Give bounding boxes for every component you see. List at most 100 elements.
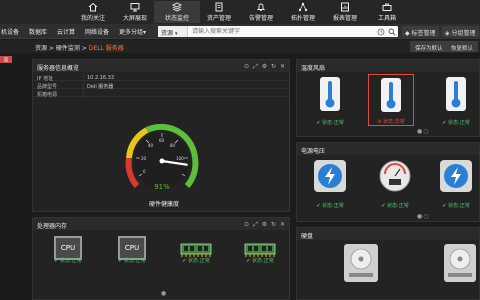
status-label: 状态:正常 <box>322 120 344 126</box>
status-text: ✔ 状态:正常 <box>54 258 82 264</box>
layers-icon <box>172 2 182 12</box>
panel-tools: ⊙ ⤢ ⚙ ↻ ✕ <box>241 221 286 229</box>
nav-label: 我的关注 <box>80 15 105 22</box>
panel-title: 处理器内存 <box>37 223 68 230</box>
expand-icon[interactable]: ⤢ <box>252 221 259 228</box>
category-network[interactable]: 网络设备 <box>85 27 109 36</box>
close-icon[interactable]: ✕ <box>279 63 286 70</box>
target-icon[interactable]: ⊙ <box>243 221 250 228</box>
monitor-icon <box>130 3 140 12</box>
category-database[interactable]: 数据库 <box>29 27 47 36</box>
group-manage-label: 分组管理 <box>451 30 476 37</box>
panel-header: 服务器信息概览 ⊙ ⤢ ⚙ ↻ ✕ <box>33 60 289 72</box>
tag-manage-button[interactable]: ◆ 标签管理 <box>402 26 439 37</box>
nav-status-monitor[interactable]: 状态监控 <box>154 1 200 23</box>
breadcrumb: 资源 > 硬件监测 > DELL 服务器 <box>35 43 124 52</box>
top-navigation: 我的关注 大屏展现 状态监控 资产管理 告警管理 拓扑管理 报表管理 工具箱 <box>0 0 480 24</box>
breadcrumb-separator: > <box>47 45 56 52</box>
power-supply-icon <box>314 160 346 192</box>
thermometer-icon <box>381 78 401 112</box>
toolbox-icon <box>382 3 392 11</box>
status-text: ✔ 状态:正常 <box>442 203 470 209</box>
thermometer-card-alert[interactable]: ⊘ 状态:异常 <box>368 74 414 126</box>
search-icon[interactable] <box>388 28 396 36</box>
memory-card[interactable]: ✔ 状态:正常 <box>173 232 219 284</box>
refresh-icon[interactable]: ↻ <box>270 63 277 70</box>
tag-icon: ◆ <box>405 30 410 37</box>
group-manage-button[interactable]: ◈ 分组管理 <box>442 26 479 37</box>
expand-icon[interactable]: ⤢ <box>252 63 259 70</box>
target-icon[interactable]: ⊙ <box>243 63 250 70</box>
table-row: 机箱电源 <box>33 89 289 98</box>
power-voltage-panel: 电源电压 ✔ 状态:正常 ✔ 状态:正常 ✔ 状态:正常 ●○ <box>296 142 480 222</box>
carousel-dots[interactable]: ●○ <box>417 213 429 220</box>
status-label: 状态:正常 <box>252 258 274 264</box>
nav-label: 资产管理 <box>206 15 231 22</box>
status-text: ✔ 状态:正常 <box>316 203 344 209</box>
gear-icon[interactable]: ⚙ <box>261 221 268 228</box>
nav-asset-management[interactable]: 资产管理 <box>196 1 242 23</box>
save-default-button[interactable]: 保存为默认 <box>410 41 448 52</box>
power-card[interactable]: ✔ 状态:正常 <box>433 157 479 209</box>
history-icon[interactable] <box>377 28 385 36</box>
status-text: ✔ 状态:正常 <box>316 120 344 126</box>
nav-toolbox[interactable]: 工具箱 <box>364 1 410 23</box>
category-host-devices[interactable]: 机设备 <box>1 27 19 36</box>
carousel-dots[interactable]: ●○ <box>417 128 429 135</box>
panel-title: 电源电压 <box>301 148 326 155</box>
breadcrumb-bar: 资源 > 硬件监测 > DELL 服务器 保存为默认 恢复默认 <box>0 40 480 53</box>
power-card[interactable]: ✔ 状态:正常 <box>307 157 353 209</box>
nav-label: 大屏展现 <box>122 15 147 22</box>
restore-default-button[interactable]: 恢复默认 <box>446 41 479 52</box>
status-label: 状态:正常 <box>448 203 470 209</box>
gauge-value: 91% <box>154 183 170 191</box>
left-rail: 监 <box>0 53 14 300</box>
cpu-card[interactable]: CPU ✔ 状态:正常 <box>109 232 155 284</box>
status-text: ✔ 状态:正常 <box>381 203 409 209</box>
row-key: 机箱电源 <box>37 91 58 98</box>
search-scope-label: 资源 <box>161 30 174 37</box>
gauge-tick-label: 100 <box>176 156 184 161</box>
memory-module-icon <box>244 243 276 257</box>
thermometer-card[interactable]: ✔ 状态:正常 <box>307 74 353 126</box>
hard-disk-icon <box>444 244 476 282</box>
breadcrumb-root[interactable]: 资源 <box>35 45 47 52</box>
status-text: ✔ 状态:正常 <box>442 120 470 126</box>
hard-disk-icon <box>344 244 378 282</box>
nav-label: 报表管理 <box>332 15 357 22</box>
health-gauge: 0 20 40 60 80 100 91% <box>125 123 199 191</box>
gauge-tick-label: 40 <box>148 143 154 148</box>
rail-badge[interactable]: 监 <box>0 56 12 63</box>
search-box: 资源 ▾ <box>158 26 398 37</box>
nav-report-management[interactable]: 报表管理 <box>322 1 368 23</box>
gear-icon[interactable]: ⚙ <box>261 63 268 70</box>
close-icon[interactable]: ✕ <box>279 221 286 228</box>
asset-icon <box>215 2 223 12</box>
refresh-icon[interactable]: ↻ <box>270 221 277 228</box>
nav-topology-management[interactable]: 拓扑管理 <box>280 1 326 23</box>
search-input[interactable] <box>190 26 370 37</box>
status-text: ✔ 状态:正常 <box>182 258 210 264</box>
nav-my-focus[interactable]: 我的关注 <box>70 1 116 23</box>
thermometer-icon <box>446 77 466 111</box>
nav-alarm-management[interactable]: 告警管理 <box>238 1 284 23</box>
category-cloud[interactable]: 云计算 <box>57 27 75 36</box>
disk-panel: 硬盘 <box>296 227 480 300</box>
nav-big-screen[interactable]: 大屏展现 <box>112 1 158 23</box>
panel-header: 处理器内存 ⊙ ⤢ ⚙ ↻ ✕ <box>33 218 289 230</box>
breadcrumb-current: DELL 服务器 <box>88 45 124 52</box>
status-label: 状态:正常 <box>322 203 344 209</box>
gauge-label: 硬件健康度 <box>149 201 180 208</box>
cpu-card[interactable]: CPU ✔ 状态:正常 <box>45 232 91 284</box>
memory-card[interactable]: ✔ 状态:正常 <box>237 232 283 284</box>
carousel-dots[interactable]: ● <box>161 290 167 297</box>
table-row: 品牌型号 Dell 服务器 <box>33 81 289 90</box>
search-scope-select[interactable]: 资源 ▾ <box>158 26 188 37</box>
breadcrumb-separator: > <box>79 45 89 52</box>
panel-title: 硬盘 <box>301 233 314 240</box>
nav-label: 告警管理 <box>248 15 273 22</box>
voltage-card[interactable]: ✔ 状态:正常 <box>372 157 418 209</box>
breadcrumb-section[interactable]: 硬件监测 <box>56 45 80 52</box>
thermometer-card[interactable]: ✔ 状态:正常 <box>433 74 479 126</box>
category-more-groups[interactable]: 更多分组▾ <box>119 27 146 36</box>
